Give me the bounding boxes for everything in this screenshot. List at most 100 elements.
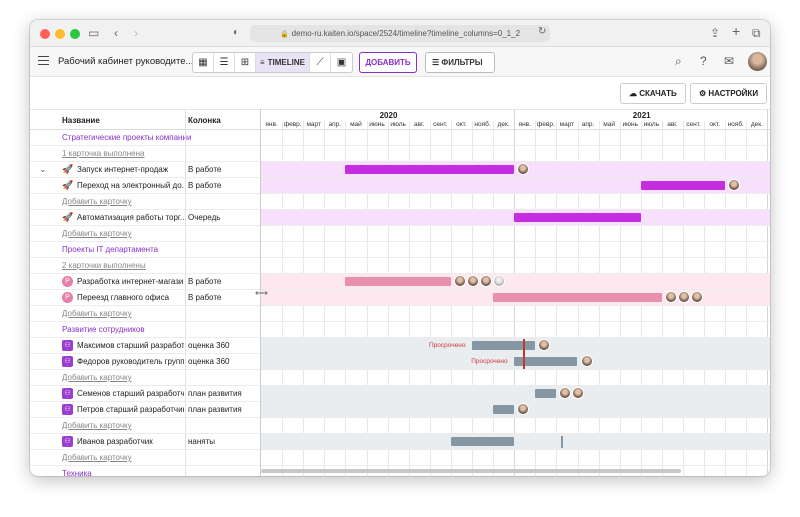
table-row[interactable]: ⚇ Семенов старший разработч... план развит… <box>30 386 770 402</box>
timeline-bar[interactable] <box>345 277 451 286</box>
column-column-header[interactable]: Колонка <box>188 116 221 125</box>
row-link[interactable]: 2 карточки выполнены <box>62 261 252 270</box>
timeline-bar[interactable] <box>450 437 515 446</box>
table-row[interactable]: ⚇ Максимов старший разработ... оценка 360 П… <box>30 338 770 354</box>
table-view-button[interactable]: ⊞ <box>235 53 256 72</box>
card-column: В работе <box>188 165 222 174</box>
add-card-row[interactable]: Добавить карточку <box>30 418 770 434</box>
space-title[interactable]: Рабочий кабинет руководите... <box>58 56 193 67</box>
add-card-row[interactable]: Добавить карточку <box>30 226 770 242</box>
group-title: Развитие сотрудников <box>62 325 145 334</box>
row-link[interactable]: Добавить карточку <box>62 197 252 206</box>
row-link[interactable]: Добавить карточку <box>62 421 252 430</box>
menu-icon[interactable] <box>38 56 49 65</box>
assignee-avatar[interactable] <box>479 275 492 287</box>
card-title[interactable]: Семенов старший разработч... <box>77 389 184 398</box>
timeline-bar[interactable] <box>472 341 536 350</box>
panel-resize-handle[interactable]: ⟷ <box>255 288 268 299</box>
list-view-button[interactable]: ☰ <box>214 53 235 72</box>
row-link[interactable]: Добавить карточку <box>62 373 252 382</box>
tab-overview-icon[interactable]: ⧉ <box>752 26 761 40</box>
assignee-avatar[interactable] <box>677 291 690 303</box>
card-title[interactable]: Запуск интернет-продаж <box>77 165 184 174</box>
month-label: март <box>559 121 575 128</box>
timeline-bar[interactable] <box>345 165 515 174</box>
filters-button[interactable]: ☰ ФИЛЬТРЫ <box>425 52 495 73</box>
forward-icon[interactable]: › <box>134 26 138 40</box>
table-row[interactable]: ⌄ 🚀 Запуск интернет-продаж В работе <box>30 162 770 178</box>
card-title[interactable]: Максимов старший разработ... <box>77 341 184 350</box>
table-row[interactable]: 🚀 Переход на электронный до... В работе <box>30 178 770 194</box>
project-icon: P <box>62 276 73 287</box>
table-row[interactable]: ⚇ Иванов разработчик наняты <box>30 434 770 450</box>
assignee-avatar[interactable] <box>492 275 505 287</box>
sidebar-toggle-icon[interactable]: ▭ <box>88 26 99 40</box>
address-bar[interactable]: 🔒 demo-ru.kaiten.io/space/2524/timeline?t… <box>250 25 550 42</box>
timeline-bar[interactable] <box>535 389 557 398</box>
table-row[interactable]: P Переезд главного офиса В работе <box>30 290 770 306</box>
row-link[interactable]: Добавить карточку <box>62 453 252 462</box>
name-column-header[interactable]: Название <box>62 116 100 125</box>
add-card-row[interactable]: Добавить карточку <box>30 194 770 210</box>
assignee-avatar[interactable] <box>466 275 479 287</box>
assignee-avatar[interactable] <box>580 355 593 367</box>
add-card-row[interactable]: Добавить карточку <box>30 450 770 466</box>
help-icon[interactable]: ? <box>700 54 707 68</box>
done-cards-row[interactable]: 1 карточка выполнена <box>30 146 770 162</box>
card-title[interactable]: Федоров руководитель групп... <box>77 357 184 366</box>
table-row[interactable]: ⚇ Федоров руководитель групп... оценка 360… <box>30 354 770 370</box>
add-card-row[interactable]: Добавить карточку <box>30 306 770 322</box>
today-marker <box>522 339 525 369</box>
add-button[interactable]: ДОБАВИТЬ <box>359 52 417 73</box>
done-cards-row[interactable]: 2 карточки выполнены <box>30 258 770 274</box>
timeline-bar[interactable] <box>640 181 726 190</box>
row-link[interactable]: 1 карточка выполнена <box>62 149 252 158</box>
add-card-row[interactable]: Добавить карточку <box>30 370 770 386</box>
maximize-window-button[interactable] <box>70 29 80 39</box>
card-title[interactable]: Разработка интернет-магази... <box>77 277 184 286</box>
timeline-bar[interactable] <box>493 405 515 414</box>
minimize-window-button[interactable] <box>55 29 65 39</box>
card-title[interactable]: Переход на электронный до... <box>77 181 184 190</box>
share-icon[interactable]: ⇪ <box>710 26 720 40</box>
search-icon[interactable]: ⌕ <box>675 54 682 69</box>
privacy-shield-icon[interactable]: ◐ <box>233 26 239 40</box>
timeline-bar[interactable] <box>493 293 662 302</box>
close-window-button[interactable] <box>40 29 50 39</box>
download-button[interactable]: ☁ СКАЧАТЬ <box>620 83 686 104</box>
horizontal-scrollbar[interactable] <box>261 469 681 473</box>
reload-icon[interactable]: ↻ <box>538 25 546 39</box>
user-avatar[interactable] <box>748 52 767 71</box>
new-tab-icon[interactable]: + <box>732 24 740 38</box>
chart-view-button[interactable]: ⟋ <box>310 53 331 72</box>
person-card-icon: ⚇ <box>62 356 73 367</box>
board-view-button[interactable]: ▦ <box>193 53 214 72</box>
assignee-avatar[interactable] <box>453 275 466 287</box>
card-column: план развития <box>188 405 242 414</box>
chevron-down-icon[interactable]: ⌄ <box>39 164 47 175</box>
table-row[interactable]: P Разработка интернет-магази... В работе <box>30 274 770 290</box>
settings-button[interactable]: ⚙ НАСТРОЙКИ <box>690 83 768 104</box>
month-label: июль <box>390 121 406 128</box>
assignee-avatar[interactable] <box>690 291 703 303</box>
row-link[interactable]: Добавить карточку <box>62 309 252 318</box>
back-icon[interactable]: ‹ <box>114 26 118 40</box>
card-title[interactable]: Иванов разработчик <box>77 437 184 446</box>
card-title[interactable]: Автоматизация работы торг... <box>77 213 184 222</box>
person-card-icon: ⚇ <box>62 340 73 351</box>
card-title[interactable]: Переезд главного офиса <box>77 293 184 302</box>
table-row[interactable]: 🚀 Автоматизация работы торг... Очередь <box>30 210 770 226</box>
card-title[interactable]: Петров старший разработчик <box>77 405 184 414</box>
assignee-avatar[interactable] <box>664 291 677 303</box>
timeline-bar[interactable] <box>514 213 641 222</box>
milestone-marker <box>560 436 563 448</box>
filter-icon: ☰ <box>432 58 440 67</box>
card-column: В работе <box>188 181 222 190</box>
view-switcher: ▦ ☰ ⊞ ≡ TIMELINE ⟋ ▣ <box>192 52 353 73</box>
table-row[interactable]: ⚇ Петров старший разработчик план развития <box>30 402 770 418</box>
timeline-view-button[interactable]: ≡ TIMELINE <box>256 53 310 72</box>
row-link[interactable]: Добавить карточку <box>62 229 252 238</box>
month-label: февр. <box>536 121 555 128</box>
archive-view-button[interactable]: ▣ <box>331 53 352 72</box>
mail-icon[interactable]: ✉ <box>724 54 734 68</box>
